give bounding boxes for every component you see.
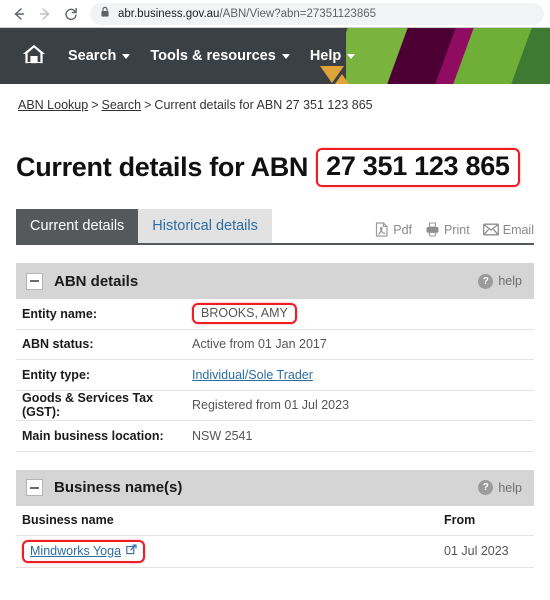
business-name-from-cell: 01 Jul 2023 [444,544,509,559]
nav-item-search[interactable]: Search [68,48,131,64]
reload-button[interactable] [58,1,84,27]
collapse-minus-icon[interactable] [26,272,43,290]
detail-value-main-business-location: NSW 2541 [192,428,253,443]
external-link-icon[interactable] [126,544,137,558]
help-question-icon: ? [478,480,494,496]
page-content: ABN Lookup > Search > Current details for AB… [0,84,550,568]
column-header-business-name: Business name [22,513,114,528]
chevron-down-icon [281,53,290,59]
panel-business-names: Business name(s) ? help Business name Fr… [16,469,534,568]
browser-toolbar: abr.business.gov.au/ABN/View?abn=2735112… [0,0,550,28]
nav-item-label: Tools & resources [150,48,276,64]
panel-header-business-names: Business name(s) ? help [16,469,534,506]
entity-type-link[interactable]: Individual/Sole Trader [192,368,313,382]
email-label: Email [502,222,534,237]
detail-label: ABN status: [22,337,94,352]
document-actions: Pdf Print Email [362,222,534,243]
page-title-prefix: Current details for ABN [16,152,309,183]
detail-label: Entity name: [22,306,98,321]
breadcrumb-separator: > [91,98,99,112]
tab-current-details[interactable]: Current details [16,209,139,244]
breadcrumb-current: Current details for ABN 27 351 123 865 [154,98,373,112]
help-label: help [498,274,522,289]
nav-item-help[interactable]: Help [309,48,356,64]
detail-row-main-business-location: Main business location: NSW 2541 [16,421,534,452]
detail-value-entity-name: BROOKS, AMY [192,303,297,325]
detail-label: Goods & Services Tax (GST): [22,391,154,420]
business-name-link[interactable]: Mindworks Yoga [30,544,121,558]
detail-value-gst: Registered from 01 Jul 2023 [192,398,350,413]
panel-header-left: ABN details [26,272,139,290]
panel-header-left: Business name(s) [26,479,183,497]
tab-bar: Current details Historical details Pdf P… [16,209,534,246]
email-button[interactable]: Email [482,222,534,237]
forward-arrow-icon [37,6,53,22]
forward-button[interactable] [32,1,58,27]
business-name-cell: Mindworks Yoga [22,539,444,563]
chevron-down-icon [347,53,356,59]
breadcrumb-separator: > [144,98,152,112]
site-header-banner: Search Tools & resources Help [0,28,550,84]
panel-title-business-names: Business name(s) [54,479,183,497]
pdf-button[interactable]: Pdf [375,222,412,237]
address-bar[interactable]: abr.business.gov.au/ABN/View?abn=2735112… [90,2,544,25]
print-button[interactable]: Print [425,222,470,237]
pdf-label: Pdf [393,222,413,237]
back-arrow-icon [11,6,27,22]
tab-historical-details[interactable]: Historical details [138,209,272,244]
nav-item-tools-resources[interactable]: Tools & resources [150,48,290,64]
nav-item-label: Help [309,48,342,64]
detail-value-abn-status: Active from 01 Jan 2017 [192,337,327,352]
business-name-highlight: Mindworks Yoga [22,539,146,563]
help-link-abn-details[interactable]: ? help [478,273,522,289]
breadcrumb-link-abn-lookup[interactable]: ABN Lookup [18,98,88,112]
detail-row-entity-name: Entity name: BROOKS, AMY [16,299,534,330]
breadcrumb-link-search[interactable]: Search [102,98,142,112]
abn-number-highlight: 27 351 123 865 [316,148,520,188]
detail-row-entity-type: Entity type: Individual/Sole Trader [16,360,534,391]
column-header-from: From [444,513,476,528]
help-question-icon: ? [478,273,494,289]
help-label: help [498,480,522,495]
detail-row-abn-status: ABN status: Active from 01 Jan 2017 [16,330,534,361]
table-row: Mindworks Yoga 01 Jul 2023 [16,536,534,568]
url-text: abr.business.gov.au/ABN/View?abn=2735112… [118,7,377,20]
lock-icon [100,5,110,23]
print-label: Print [444,222,470,237]
home-icon[interactable] [22,43,46,70]
panel-abn-details: ABN details ? help Entity name: BROOKS, … [16,263,534,452]
collapse-minus-icon[interactable] [26,479,43,497]
envelope-icon [482,223,503,236]
printer-icon [425,222,444,237]
help-link-business-names[interactable]: ? help [478,480,522,496]
reload-icon [63,6,79,22]
panel-title-abn-details: ABN details [54,272,139,290]
nav-item-label: Search [68,48,117,64]
detail-row-gst: Goods & Services Tax (GST): Registered f… [16,391,534,422]
detail-value-entity-type: Individual/Sole Trader [192,368,313,382]
page-title: Current details for ABN 27 351 123 865 [16,134,534,191]
breadcrumb: ABN Lookup > Search > Current details for AB… [16,84,534,116]
back-button[interactable] [6,1,32,27]
tabs: Current details Historical details [16,209,272,244]
detail-label: Main business location: [22,428,164,443]
business-names-header-row: Business name From [16,506,534,536]
pdf-icon [375,222,393,237]
chevron-down-icon [122,53,131,59]
detail-label: Entity type: [22,367,91,382]
abr-triangles-logo-icon [318,66,370,84]
panel-header-abn-details: ABN details ? help [16,263,534,300]
